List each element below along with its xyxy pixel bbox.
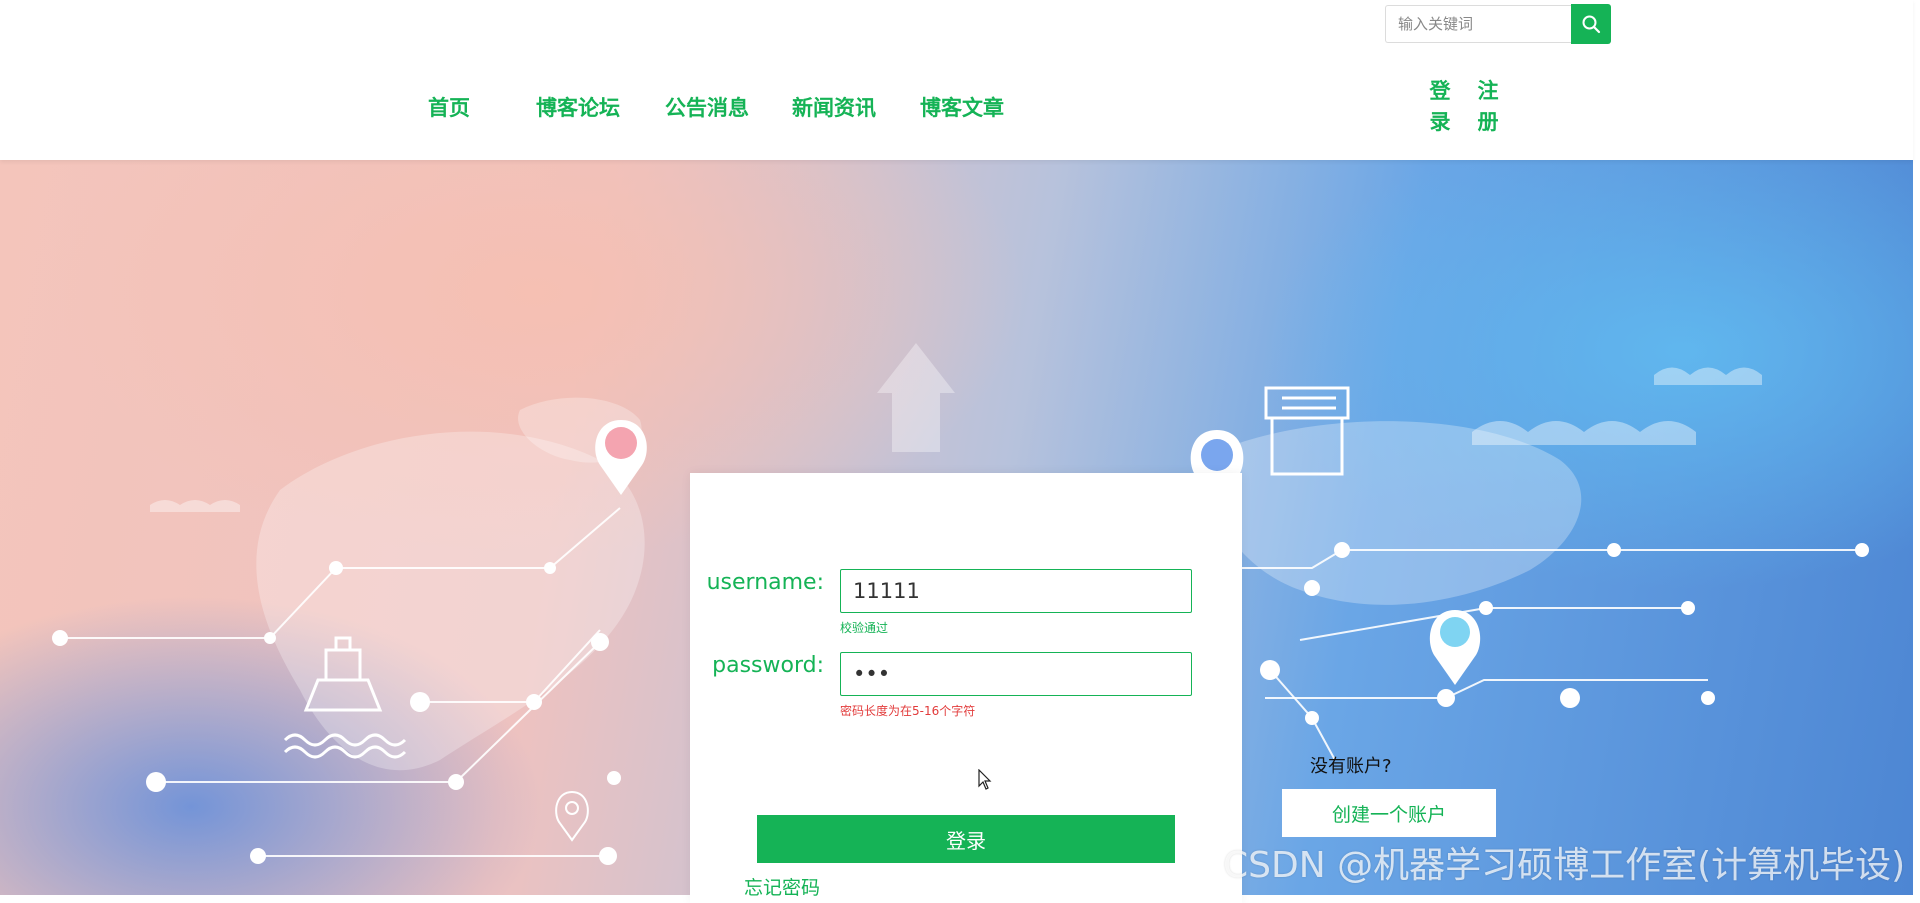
search-bar <box>1385 4 1611 44</box>
login-link-bottom: 录 <box>1429 110 1451 134</box>
header: 首页 博客论坛 公告消息 新闻资讯 博客文章 登 录 注 册 <box>0 0 1913 160</box>
upload-arrow-icon <box>877 343 955 452</box>
search-button[interactable] <box>1571 4 1611 44</box>
forgot-password-link[interactable]: 忘记密码 <box>744 873 820 900</box>
nav-item-blog-forum[interactable]: 博客论坛 <box>536 92 620 122</box>
nav-item-home[interactable]: 首页 <box>428 92 470 122</box>
password-error-hint: 密码长度为在5-16个字符 <box>840 704 976 718</box>
location-pin-icon <box>555 790 589 842</box>
password-label: password: <box>712 653 824 678</box>
nav-item-blog-articles[interactable]: 博客文章 <box>920 92 1004 122</box>
login-link[interactable]: 登 录 <box>1428 76 1452 138</box>
register-link[interactable]: 注 册 <box>1476 76 1500 138</box>
login-card: username: 校验通过 password: 密码长度为在5-16个字符 登… <box>690 473 1242 903</box>
no-account-prompt: 没有账户? <box>1310 756 1392 777</box>
search-icon <box>1582 15 1601 34</box>
username-label: username: <box>706 570 824 595</box>
watermark: CSDN @机器学习硕博工作室(计算机毕设) <box>1223 845 1906 886</box>
username-input[interactable] <box>840 569 1192 613</box>
username-validation-hint: 校验通过 <box>840 621 889 635</box>
search-input[interactable] <box>1385 5 1571 43</box>
location-pin-icon <box>1429 610 1481 685</box>
register-link-top: 注 <box>1477 79 1499 103</box>
mouse-cursor-icon <box>978 769 992 790</box>
password-input[interactable] <box>840 652 1192 696</box>
create-account-button[interactable]: 创建一个账户 <box>1282 789 1496 837</box>
nav-item-news[interactable]: 新闻资讯 <box>792 92 876 122</box>
continent-asia <box>1211 421 1582 605</box>
login-link-top: 登 <box>1429 79 1451 103</box>
login-button[interactable]: 登录 <box>757 815 1175 863</box>
nav-item-announcements[interactable]: 公告消息 <box>665 92 749 122</box>
continent-north-america <box>256 431 645 771</box>
register-link-bottom: 册 <box>1477 110 1499 134</box>
